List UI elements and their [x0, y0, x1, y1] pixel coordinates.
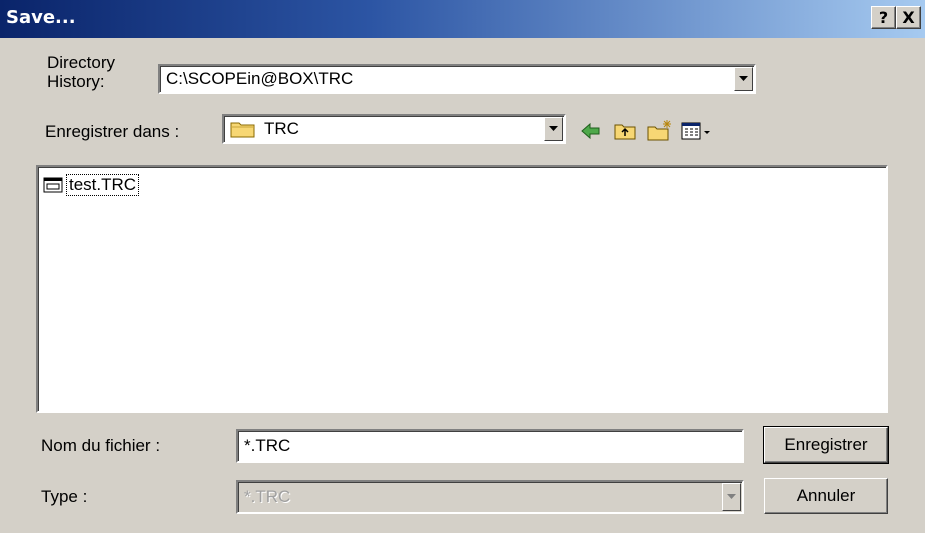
directory-history-value: C:\SCOPEin@BOX\TRC [166, 69, 354, 88]
window-title: Save... [6, 7, 76, 28]
chevron-down-icon [739, 76, 748, 81]
view-menu-icon[interactable] [680, 118, 714, 144]
cancel-button[interactable]: Annuler [764, 478, 888, 514]
close-button[interactable]: X [896, 6, 921, 29]
save-button[interactable]: Enregistrer [763, 426, 889, 464]
save-in-label: Enregistrer dans : [45, 122, 180, 141]
filename-label: Nom du fichier : [41, 436, 161, 455]
save-in-combo[interactable]: TRC [222, 114, 566, 144]
chevron-down-icon [727, 494, 736, 499]
file-name: test.TRC [66, 174, 140, 196]
file-list[interactable]: test.TRC [36, 165, 888, 413]
type-combo[interactable]: *.TRC [236, 480, 744, 514]
chevron-down-icon [549, 126, 558, 131]
back-icon[interactable] [578, 118, 604, 144]
filename-value: *.TRC [244, 436, 291, 455]
directory-history-label: Directory History: [47, 53, 116, 91]
type-label: Type : [41, 487, 88, 506]
filename-input[interactable]: *.TRC [236, 429, 744, 463]
type-dropdown-button[interactable] [722, 483, 741, 511]
list-item[interactable]: test.TRC [43, 174, 140, 196]
save-in-dropdown-button[interactable] [544, 117, 563, 141]
new-folder-icon[interactable] [646, 118, 672, 144]
folder-icon [230, 122, 255, 138]
up-folder-icon[interactable] [612, 118, 638, 144]
title-bar: Save... ? X [0, 0, 925, 38]
directory-history-dropdown-button[interactable] [734, 67, 753, 91]
save-in-folder-name: TRC [264, 119, 299, 138]
directory-history-combo[interactable]: C:\SCOPEin@BOX\TRC [158, 64, 756, 94]
trc-file-icon [43, 177, 63, 193]
type-value: *.TRC [244, 487, 291, 506]
help-button[interactable]: ? [871, 6, 896, 29]
